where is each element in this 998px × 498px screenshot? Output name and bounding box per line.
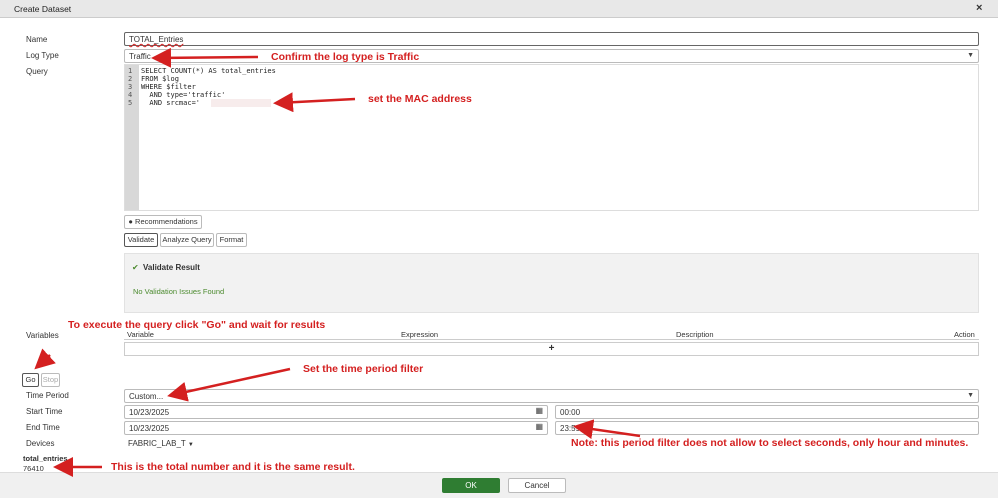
arrow-go bbox=[34, 348, 56, 370]
arrow-log-type bbox=[151, 47, 259, 68]
arrow-time bbox=[167, 367, 291, 402]
arrow-note bbox=[573, 419, 641, 440]
arrow-mac bbox=[273, 92, 356, 113]
annotation-arrows bbox=[34, 47, 641, 477]
